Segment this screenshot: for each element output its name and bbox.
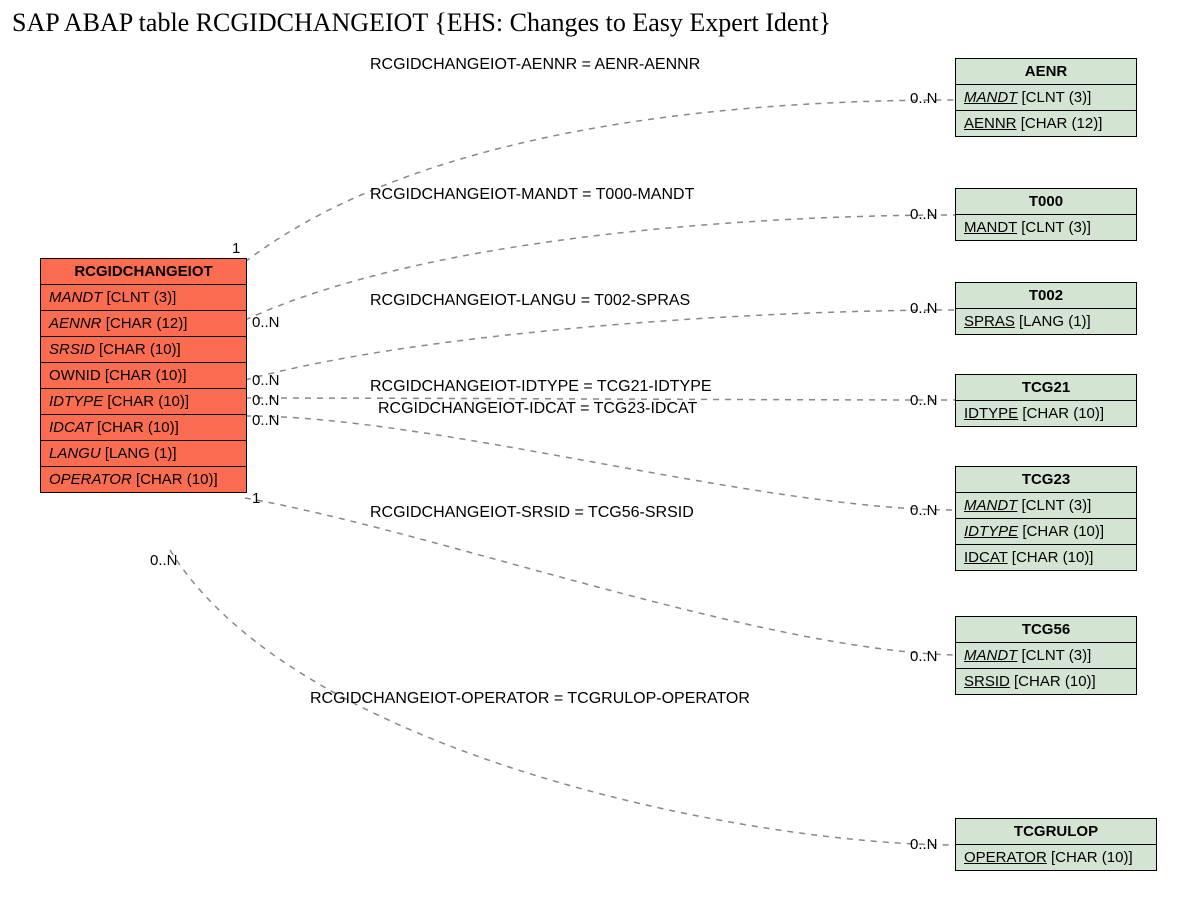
entity-header: T000 bbox=[956, 189, 1136, 215]
card-left-zn5: 0..N bbox=[150, 552, 178, 569]
rel-label-aenr: RCGIDCHANGEIOT-AENNR = AENR-AENNR bbox=[370, 56, 700, 74]
entity-tcgrulop: TCGRULOP OPERATOR [CHAR (10)] bbox=[955, 818, 1157, 871]
rel-label-tcg23: RCGIDCHANGEIOT-IDCAT = TCG23-IDCAT bbox=[378, 400, 697, 418]
rel-label-t000: RCGIDCHANGEIOT-MANDT = T000-MANDT bbox=[370, 186, 694, 204]
card-left-1a: 1 bbox=[232, 240, 240, 257]
card-left-zn4: 0..N bbox=[252, 412, 280, 429]
field-row: MANDT [CLNT (3)] bbox=[41, 285, 246, 311]
field-row: OPERATOR [CHAR (10)] bbox=[41, 467, 246, 492]
entity-header: TCG23 bbox=[956, 467, 1136, 493]
entity-tcg56: TCG56 MANDT [CLNT (3)] SRSID [CHAR (10)] bbox=[955, 616, 1137, 695]
field-row: SRSID [CHAR (10)] bbox=[41, 337, 246, 363]
rel-label-tcgrulop: RCGIDCHANGEIOT-OPERATOR = TCGRULOP-OPERA… bbox=[310, 690, 750, 708]
rel-label-tcg56: RCGIDCHANGEIOT-SRSID = TCG56-SRSID bbox=[370, 504, 694, 522]
rel-label-t002: RCGIDCHANGEIOT-LANGU = T002-SPRAS bbox=[370, 292, 690, 310]
field-row: OPERATOR [CHAR (10)] bbox=[956, 845, 1156, 870]
card-right-tcgrulop: 0..N bbox=[910, 836, 938, 853]
rel-label-tcg21: RCGIDCHANGEIOT-IDTYPE = TCG21-IDTYPE bbox=[370, 378, 712, 396]
entity-rcgidchangeiot: RCGIDCHANGEIOT MANDT [CLNT (3)] AENNR [C… bbox=[40, 258, 247, 493]
entity-t002: T002 SPRAS [LANG (1)] bbox=[955, 282, 1137, 335]
card-right-t000: 0..N bbox=[910, 206, 938, 223]
card-left-zn2: 0..N bbox=[252, 372, 280, 389]
entity-header: RCGIDCHANGEIOT bbox=[41, 259, 246, 285]
card-right-tcg21: 0..N bbox=[910, 392, 938, 409]
entity-header: TCG56 bbox=[956, 617, 1136, 643]
field-row: IDTYPE [CHAR (10)] bbox=[41, 389, 246, 415]
field-row: IDTYPE [CHAR (10)] bbox=[956, 401, 1136, 426]
page-title: SAP ABAP table RCGIDCHANGEIOT {EHS: Chan… bbox=[12, 8, 831, 38]
card-left-zn1: 0..N bbox=[252, 314, 280, 331]
card-left-zn3: 0..N bbox=[252, 392, 280, 409]
field-row: MANDT [CLNT (3)] bbox=[956, 493, 1136, 519]
field-row: MANDT [CLNT (3)] bbox=[956, 643, 1136, 669]
card-right-tcg56: 0..N bbox=[910, 648, 938, 665]
field-row: MANDT [CLNT (3)] bbox=[956, 215, 1136, 240]
entity-header: TCG21 bbox=[956, 375, 1136, 401]
entity-tcg23: TCG23 MANDT [CLNT (3)] IDTYPE [CHAR (10)… bbox=[955, 466, 1137, 571]
field-row: SPRAS [LANG (1)] bbox=[956, 309, 1136, 334]
entity-header: T002 bbox=[956, 283, 1136, 309]
field-row: LANGU [LANG (1)] bbox=[41, 441, 246, 467]
field-row: AENNR [CHAR (12)] bbox=[956, 111, 1136, 136]
field-row: MANDT [CLNT (3)] bbox=[956, 85, 1136, 111]
entity-header: AENR bbox=[956, 59, 1136, 85]
field-row: AENNR [CHAR (12)] bbox=[41, 311, 246, 337]
entity-aenr: AENR MANDT [CLNT (3)] AENNR [CHAR (12)] bbox=[955, 58, 1137, 137]
card-right-aenr: 0..N bbox=[910, 90, 938, 107]
card-left-1b: 1 bbox=[252, 490, 260, 507]
card-right-tcg23: 0..N bbox=[910, 502, 938, 519]
entity-tcg21: TCG21 IDTYPE [CHAR (10)] bbox=[955, 374, 1137, 427]
field-row: IDTYPE [CHAR (10)] bbox=[956, 519, 1136, 545]
field-row: IDCAT [CHAR (10)] bbox=[956, 545, 1136, 570]
entity-t000: T000 MANDT [CLNT (3)] bbox=[955, 188, 1137, 241]
entity-header: TCGRULOP bbox=[956, 819, 1156, 845]
card-right-t002: 0..N bbox=[910, 300, 938, 317]
field-row: IDCAT [CHAR (10)] bbox=[41, 415, 246, 441]
field-row: OWNID [CHAR (10)] bbox=[41, 363, 246, 389]
field-row: SRSID [CHAR (10)] bbox=[956, 669, 1136, 694]
